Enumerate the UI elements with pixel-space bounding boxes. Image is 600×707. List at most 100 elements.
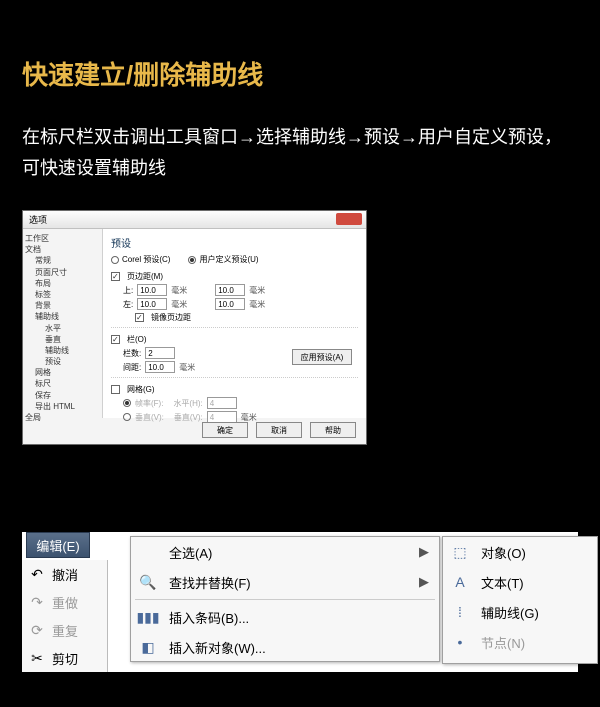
menu-separator bbox=[135, 599, 435, 600]
dialog-titlebar[interactable]: 选项 bbox=[23, 211, 366, 229]
tree-item[interactable]: 标尺 bbox=[25, 378, 100, 389]
edit-menu-button[interactable]: 编辑(E) bbox=[26, 532, 90, 558]
field-label: 栏数: bbox=[123, 348, 141, 359]
checkbox-label: 页边距(M) bbox=[127, 271, 163, 282]
radio-corel-preset[interactable]: Corel 预设(C) bbox=[111, 254, 170, 265]
menu-item-cut[interactable]: ✂ 剪切 bbox=[22, 644, 107, 672]
object-icon: ◧ bbox=[137, 637, 159, 657]
left-input[interactable]: 10.0 bbox=[137, 298, 167, 310]
tree-item[interactable]: 预设 bbox=[25, 356, 100, 367]
guides-icon: ⁞ bbox=[449, 602, 471, 622]
tree-item[interactable]: 全局 bbox=[25, 412, 100, 423]
field-label: 左: bbox=[123, 299, 133, 310]
tree-item[interactable]: 辅助线 bbox=[25, 311, 100, 322]
tree-item[interactable]: 标签 bbox=[25, 289, 100, 300]
tree-item[interactable]: 辅助线 bbox=[25, 345, 100, 356]
checkbox-mirror[interactable] bbox=[135, 313, 144, 322]
menu-item-select-all[interactable]: 全选(A) ▶ bbox=[131, 537, 439, 567]
ok-button[interactable]: 确定 bbox=[202, 422, 248, 438]
radio-label: Corel 预设(C) bbox=[122, 254, 170, 265]
vframe-label: 垂直(V): bbox=[174, 412, 203, 423]
unit-label: 毫米 bbox=[171, 299, 187, 310]
text-icon: A bbox=[449, 572, 471, 592]
tree-item[interactable]: 常规 bbox=[25, 255, 100, 266]
field-label: 上: bbox=[123, 285, 133, 296]
options-tree[interactable]: 工作区 文档 常规 页面尺寸 布局 标签 背景 辅助线 水平 垂直 辅助线 预设… bbox=[23, 229, 103, 418]
barcode-icon: ▮▮▮ bbox=[137, 607, 159, 627]
checkbox-columns[interactable] bbox=[111, 335, 120, 344]
tree-item[interactable]: 布局 bbox=[25, 278, 100, 289]
preset-panel: 预设 Corel 预设(C) 用户定义预设(U) 页边距(M) 上: 10.0 … bbox=[103, 229, 366, 418]
menu-screenshot: 编辑(E) ↶ 撤消 ↷ 重做 ⟳ 重复 ✂ 剪切 全选(A) ▶ 🔍 查找并替… bbox=[22, 532, 578, 672]
edit-menu-dropdown: ↶ 撤消 ↷ 重做 ⟳ 重复 ✂ 剪切 bbox=[22, 560, 108, 672]
field-label: 帧率(F): bbox=[135, 398, 163, 409]
unit-label: 毫米 bbox=[249, 299, 265, 310]
select-all-submenu: ⬚ 对象(O) A 文本(T) ⁞ 辅助线(G) • 节点(N) bbox=[442, 536, 598, 664]
left-input2[interactable]: 10.0 bbox=[215, 298, 245, 310]
help-button[interactable]: 帮助 bbox=[310, 422, 356, 438]
gap-input[interactable]: 10.0 bbox=[145, 361, 175, 373]
tree-item[interactable]: 保存 bbox=[25, 390, 100, 401]
tree-item[interactable]: 工作区 bbox=[25, 233, 100, 244]
node-icon: • bbox=[449, 632, 471, 652]
top-input2[interactable]: 10.0 bbox=[215, 284, 245, 296]
scissors-icon: ✂ bbox=[28, 649, 46, 667]
unit-label: 毫米 bbox=[179, 362, 195, 373]
dialog-title: 选项 bbox=[29, 213, 47, 226]
menu-label: 对象(O) bbox=[481, 543, 526, 562]
menu-label: 节点(N) bbox=[481, 633, 525, 652]
hgrid-input: 4 bbox=[207, 397, 237, 409]
unit-label: 毫米 bbox=[171, 285, 187, 296]
checkbox-label: 栏(O) bbox=[127, 334, 147, 345]
menu-label: 查找并替换(F) bbox=[169, 573, 251, 592]
menu-item-text[interactable]: A 文本(T) bbox=[443, 567, 597, 597]
menu-item-object[interactable]: ⬚ 对象(O) bbox=[443, 537, 597, 567]
menu-item-find-replace[interactable]: 🔍 查找并替换(F) ▶ bbox=[131, 567, 439, 597]
apply-preset-button[interactable]: 应用预设(A) bbox=[292, 349, 352, 365]
cancel-button[interactable]: 取消 bbox=[256, 422, 302, 438]
menu-label: 撤消 bbox=[52, 565, 78, 584]
field-label: 间距: bbox=[123, 362, 141, 373]
tree-item[interactable]: 导出 HTML bbox=[25, 401, 100, 412]
menu-item-insert-barcode[interactable]: ▮▮▮ 插入条码(B)... bbox=[131, 602, 439, 632]
tree-item[interactable]: 文档 bbox=[25, 244, 100, 255]
menu-label: 重复 bbox=[52, 621, 78, 640]
menu-item-redo: ↷ 重做 bbox=[22, 588, 107, 616]
top-input[interactable]: 10.0 bbox=[137, 284, 167, 296]
chevron-right-icon: ▶ bbox=[419, 574, 429, 590]
undo-icon: ↶ bbox=[28, 565, 46, 583]
redo-icon: ↷ bbox=[28, 593, 46, 611]
unit-label: 毫米 bbox=[249, 285, 265, 296]
tree-item[interactable]: 背景 bbox=[25, 300, 100, 311]
edit-submenu: 全选(A) ▶ 🔍 查找并替换(F) ▶ ▮▮▮ 插入条码(B)... ◧ 插入… bbox=[130, 536, 440, 662]
options-dialog: 选项 工作区 文档 常规 页面尺寸 布局 标签 背景 辅助线 水平 垂直 辅助线… bbox=[22, 210, 367, 445]
field-label: 垂直(V): bbox=[135, 412, 164, 423]
menu-item-insert-object[interactable]: ◧ 插入新对象(W)... bbox=[131, 632, 439, 662]
select-all-icon bbox=[137, 542, 159, 562]
unit-label: 毫米 bbox=[241, 412, 257, 423]
menu-label: 重做 bbox=[52, 593, 78, 612]
columns-input[interactable]: 2 bbox=[145, 347, 175, 359]
tree-item[interactable]: 水平 bbox=[25, 323, 100, 334]
menu-label: 文本(T) bbox=[481, 573, 524, 592]
chevron-right-icon: ▶ bbox=[419, 544, 429, 560]
checkbox-grid[interactable] bbox=[111, 385, 120, 394]
panel-heading: 预设 bbox=[111, 235, 358, 250]
menu-item-repeat: ⟳ 重复 bbox=[22, 616, 107, 644]
radio-label: 用户定义预设(U) bbox=[199, 254, 258, 265]
menu-label: 插入条码(B)... bbox=[169, 608, 249, 627]
hframe-label: 水平(H): bbox=[173, 398, 202, 409]
radio-user-preset[interactable]: 用户定义预设(U) bbox=[188, 254, 258, 265]
menu-label: 辅助线(G) bbox=[481, 603, 539, 622]
menu-item-guides[interactable]: ⁞ 辅助线(G) bbox=[443, 597, 597, 627]
tree-item[interactable]: 网格 bbox=[25, 367, 100, 378]
close-icon[interactable] bbox=[336, 213, 362, 225]
page-title: 快速建立/删除辅助线 bbox=[0, 0, 600, 92]
object-select-icon: ⬚ bbox=[449, 542, 471, 562]
tree-item[interactable]: 页面尺寸 bbox=[25, 267, 100, 278]
checkbox-margins[interactable] bbox=[111, 272, 120, 281]
menu-label: 全选(A) bbox=[169, 543, 212, 562]
menu-item-nodes: • 节点(N) bbox=[443, 627, 597, 657]
menu-item-undo[interactable]: ↶ 撤消 bbox=[22, 560, 107, 588]
tree-item[interactable]: 垂直 bbox=[25, 334, 100, 345]
